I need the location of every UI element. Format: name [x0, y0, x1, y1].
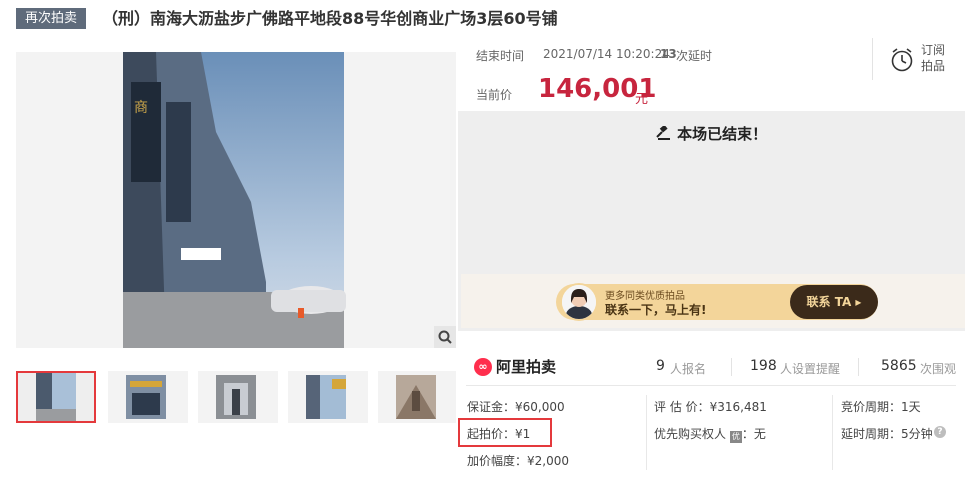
divider	[872, 38, 873, 80]
ali-logo-text: 阿里拍卖	[496, 358, 557, 376]
subscribe-button[interactable]: 订阅 拍品	[921, 42, 951, 74]
auction-ended-message: 本场已结束！	[458, 123, 965, 144]
divider	[832, 395, 833, 470]
delay-count: 13	[660, 47, 677, 61]
rebid-tag: 再次拍卖	[16, 8, 86, 29]
page-title: （刑）南海大沥盐步广佛路平地段88号华创商业广场3层60号铺	[102, 9, 558, 28]
end-time-value: 2021/07/14 10:20:24	[543, 47, 670, 61]
priority-badge-icon: 优	[729, 431, 742, 443]
contact-button[interactable]: 联系 TA ▸	[790, 285, 878, 319]
divider	[646, 395, 647, 470]
end-time-label: 结束时间	[476, 49, 525, 63]
divider	[466, 385, 956, 386]
deposit-info: 保证金：¥60,000	[467, 400, 565, 414]
divider	[731, 358, 732, 376]
appraisal-info: 评 估 价：¥316,481	[654, 400, 767, 414]
start-price-highlight	[458, 418, 552, 447]
delay-cycle-info: 延时周期：5分钟	[841, 427, 933, 441]
subscribe-label-1: 订阅	[921, 43, 946, 57]
alarm-clock-icon[interactable]	[890, 47, 914, 77]
increment-info: 加价幅度：¥2,000	[467, 454, 569, 468]
reminder-count: 198	[750, 358, 777, 374]
svg-text:商: 商	[134, 100, 148, 116]
ali-auction-logo: ∞ 阿里拍卖	[474, 356, 556, 377]
view-count: 5865	[881, 358, 917, 374]
promo-line-2: 联系一下，马上有!	[605, 303, 707, 317]
thumbnail-3[interactable]	[198, 371, 278, 423]
zoom-icon[interactable]	[434, 326, 456, 348]
thumbnail-2[interactable]	[108, 371, 188, 423]
subscribe-label-2: 拍品	[921, 59, 946, 73]
registered-count: 9	[656, 358, 665, 374]
bid-cycle-info: 竞价周期：1天	[841, 400, 921, 414]
delay-label: 次延时	[676, 49, 713, 63]
thumbnail-4[interactable]	[288, 371, 368, 423]
thumbnail-5[interactable]	[378, 371, 456, 423]
divider	[858, 358, 859, 376]
current-price-label: 当前价	[476, 88, 513, 102]
priority-value: ：无	[741, 427, 766, 441]
view-label: 次围观	[920, 362, 957, 376]
promo-line-1: 更多同类优质拍品	[605, 291, 685, 302]
reminder-label: 人设置提醒	[780, 362, 841, 376]
main-property-photo[interactable]: 商	[16, 52, 456, 348]
price-unit: 元	[635, 92, 649, 107]
auction-ended-text: 本场已结束！	[677, 125, 768, 143]
gavel-icon	[656, 124, 677, 143]
agent-avatar	[560, 283, 598, 321]
ali-logo-icon: ∞	[474, 357, 492, 376]
priority-label: 优先购买权人	[654, 427, 727, 441]
thumbnail-1[interactable]	[16, 371, 96, 423]
priority-buyer-info: 优先购买权人 优：无	[654, 425, 766, 443]
registered-label: 人报名	[670, 362, 707, 376]
help-icon[interactable]: ?	[934, 426, 946, 438]
